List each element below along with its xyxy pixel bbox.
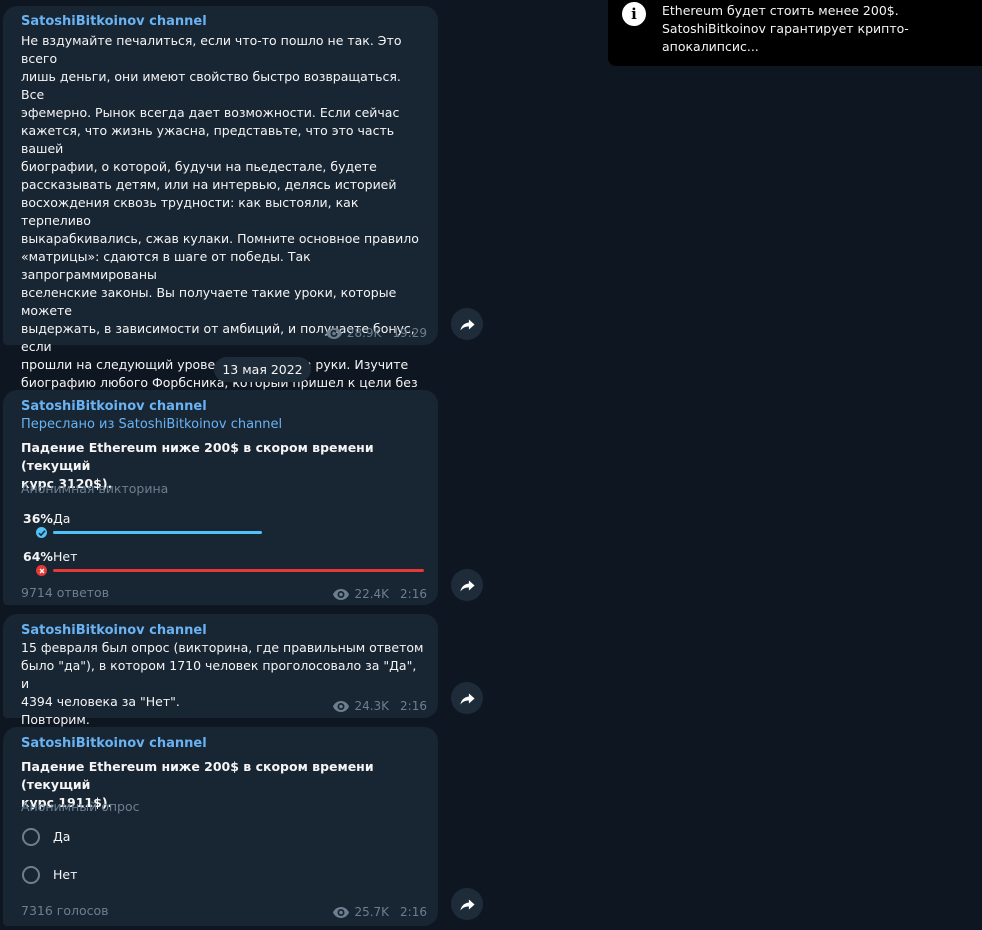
option-bar-yes	[53, 531, 262, 534]
share-arrow-icon	[459, 899, 475, 911]
date-separator: 13 мая 2022	[214, 357, 311, 382]
views-eye-icon	[333, 906, 350, 918]
message-time: 2:16	[400, 905, 427, 919]
views-count: 28.9K	[346, 326, 382, 340]
share-arrow-icon	[459, 319, 475, 331]
message-4-poll[interactable]: SatoshiBitkoinov channel Падение Ethereu…	[3, 727, 438, 926]
message-2-quiz[interactable]: SatoshiBitkoinov channel Переслано из Sa…	[3, 390, 438, 605]
option-label: Да	[53, 511, 71, 526]
message-time: 2:16	[400, 587, 427, 601]
poll-option-label[interactable]: Да	[53, 829, 70, 844]
forward-button[interactable]	[451, 888, 483, 920]
forwarded-from[interactable]: Переслано из SatoshiBitkoinov channel	[21, 417, 282, 432]
views-count: 25.7K	[354, 905, 390, 919]
quiz-type: Анонимная викторина	[21, 481, 169, 496]
answers-count: 9714 ответов	[21, 585, 110, 600]
option-percent: 64%	[23, 549, 53, 564]
poll-option-label[interactable]: Нет	[53, 867, 77, 882]
poll-radio-yes[interactable]	[22, 828, 40, 846]
message-author[interactable]: SatoshiBitkoinov channel	[21, 14, 207, 29]
message-meta: 22.4K 2:16	[333, 587, 427, 601]
option-percent: 36%	[23, 511, 53, 526]
message-meta: 25.7K 2:16	[333, 905, 427, 919]
message-author[interactable]: SatoshiBitkoinov channel	[21, 399, 207, 414]
votes-count: 7316 голосов	[21, 903, 109, 918]
message-author[interactable]: SatoshiBitkoinov channel	[21, 623, 207, 638]
share-arrow-icon	[459, 580, 475, 592]
info-icon: i	[622, 2, 646, 26]
toast-text: Ethereum будет стоить менее 200$. Satosh…	[662, 3, 909, 54]
views-count: 22.4K	[354, 587, 390, 601]
wrong-cross-icon	[36, 565, 47, 576]
views-eye-icon	[333, 588, 350, 600]
correct-check-icon	[36, 527, 47, 538]
forward-button[interactable]	[451, 682, 483, 714]
views-eye-icon	[325, 327, 342, 339]
forward-button[interactable]	[451, 569, 483, 601]
poll-type: Анонимный опрос	[21, 799, 140, 814]
message-time: 19:29	[392, 326, 427, 340]
toast-notification[interactable]: i Ethereum будет стоить менее 200$. Sato…	[608, 0, 982, 66]
option-label: Нет	[53, 549, 78, 564]
message-meta: 24.3K 2:16	[333, 699, 427, 713]
option-bar-no	[53, 569, 424, 572]
views-count: 24.3K	[354, 699, 390, 713]
message-3[interactable]: SatoshiBitkoinov channel 15 февраля был …	[3, 614, 438, 727]
views-eye-icon	[333, 700, 350, 712]
forward-button[interactable]	[451, 308, 483, 340]
message-meta: 28.9K 19:29	[325, 326, 427, 340]
message-time: 2:16	[400, 699, 427, 713]
message-1[interactable]: SatoshiBitkoinov channel Не вздумайте пе…	[3, 6, 438, 480]
poll-radio-no[interactable]	[22, 866, 40, 884]
message-author[interactable]: SatoshiBitkoinov channel	[21, 736, 207, 751]
message-text: 15 февраля был опрос (викторина, где пра…	[21, 640, 424, 727]
share-arrow-icon	[459, 693, 475, 705]
